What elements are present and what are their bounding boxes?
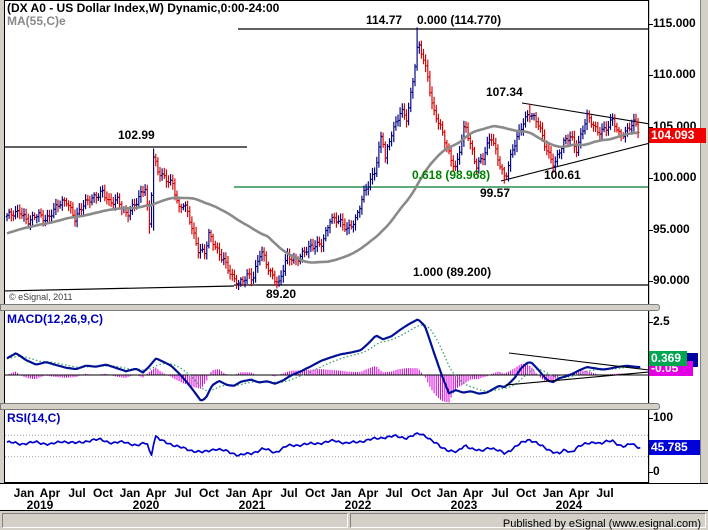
esignal-chart-window: (DX A0 - US Dollar Index,W) Dynamic,0:00… [0, 0, 708, 530]
right-scroll-strip[interactable] [700, 0, 708, 511]
price-annotation-label: 107.34 [486, 85, 523, 99]
x-axis-month-label: Oct [92, 486, 114, 500]
x-axis-year-label: 2021 [238, 498, 266, 512]
price-panel[interactable]: (DX A0 - US Dollar Index,W) Dynamic,0:00… [4, 0, 649, 305]
status-panel-right: Published by eSignal (www.esignal.com) [350, 513, 706, 530]
panel-splitter-1[interactable] [0, 304, 660, 311]
panel-splitter-2[interactable] [0, 403, 660, 410]
price-badge: 104.093 [649, 128, 706, 143]
macd-indicator-label: MACD(12,26,9,C) [7, 312, 104, 326]
x-axis-month-label: Oct [198, 486, 220, 500]
price-annotation-label: 99.57 [480, 186, 511, 200]
x-axis-year-label: 2023 [450, 498, 478, 512]
price-annotation-label: 0.000 (114.770) [417, 13, 502, 27]
rsi-chart-canvas[interactable] [5, 410, 648, 482]
x-axis-year-label: 2024 [555, 498, 583, 512]
x-axis-year-label: 2020 [132, 498, 160, 512]
axis-tick-label: 90.000 [653, 273, 690, 287]
axis-tick-label: 115.000 [653, 16, 696, 30]
price-annotation-label: 114.77 [366, 13, 403, 27]
axis-tick-label: 2.5 [653, 314, 670, 328]
x-axis[interactable]: Jan Apr Jul Oct Jan Apr Jul Oct Jan Apr Jul Oct Jan A… [0, 483, 708, 512]
x-axis-month-label: Jul [385, 486, 403, 500]
x-axis-month-label: Jul [491, 486, 509, 500]
x-axis-year-label: 2019 [26, 498, 54, 512]
published-label: Published by eSignal (www.esignal.com) [502, 518, 701, 530]
price-chart-canvas[interactable] [5, 1, 648, 304]
axis-tick-label: 100.000 [653, 170, 697, 184]
x-axis-month-label: Oct [410, 486, 432, 500]
copyright-label: © eSignal, 2011 [9, 292, 73, 302]
price-annotation-label: 0.618 (98.968) [412, 168, 491, 182]
price-annotation-label: 102.99 [118, 128, 155, 142]
x-axis-month-label: Jul [174, 486, 192, 500]
x-axis-month-label: Jul [280, 486, 298, 500]
macd-panel[interactable]: MACD(12,26,9,C) [4, 310, 649, 404]
macd-signal-badge: 0.369 [649, 351, 687, 366]
price-annotation-label: 89.20 [266, 287, 297, 301]
status-bar: Published by eSignal (www.esignal.com) [0, 511, 708, 530]
price-annotation-label: 1.000 (89.200) [413, 265, 492, 279]
axis-tick-label: 110.000 [653, 67, 696, 81]
ma-indicator-label: MA(55,C)e [7, 14, 66, 28]
x-axis-year-label: 2022 [344, 498, 372, 512]
chart-title: (DX A0 - US Dollar Index,W) Dynamic,0:00… [7, 1, 280, 15]
axis-tick-label: 95.000 [653, 222, 690, 236]
price-annotation-label: 100.61 [544, 168, 581, 182]
rsi-indicator-label: RSI(14,C) [7, 411, 61, 425]
status-panel-left [2, 513, 348, 528]
x-axis-month-label: Jul [68, 486, 86, 500]
rsi-badge: 45.785 [649, 440, 700, 455]
rsi-panel[interactable]: RSI(14,C) [4, 409, 649, 483]
x-axis-month-label: Oct [304, 486, 326, 500]
axis-tick-label: 0 [653, 464, 660, 478]
axis-tick-label: 100 [653, 410, 674, 424]
x-axis-month-label: Oct [515, 486, 537, 500]
x-axis-month-label: Jul [596, 486, 614, 500]
